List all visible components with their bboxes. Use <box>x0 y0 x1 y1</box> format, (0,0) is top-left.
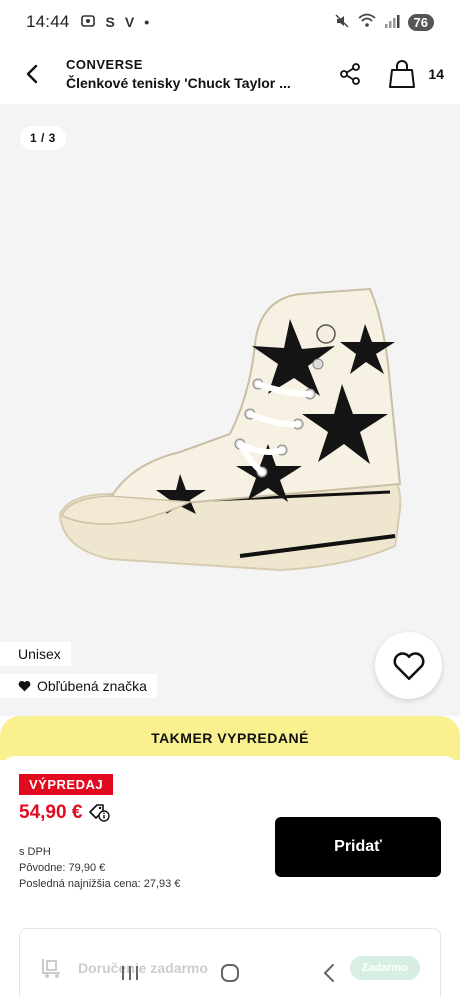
unisex-label: Unisex <box>18 646 61 662</box>
screen-capture-icon <box>80 13 96 32</box>
price-info-tag-icon[interactable] <box>88 803 111 823</box>
gallery-pager: 1 / 3 <box>20 126 66 150</box>
product-gallery[interactable]: 1 / 3 <box>0 104 460 716</box>
bag-count: 14 <box>428 66 444 82</box>
share-button[interactable] <box>328 52 372 96</box>
lowest-price: Posledná najnižšia cena: 27,93 € <box>19 878 181 890</box>
share-icon <box>340 63 361 85</box>
battery-indicator: 76 <box>407 13 434 31</box>
status-time: 14:44 <box>26 12 70 31</box>
price-row: 54,90 € <box>19 802 111 824</box>
product-header: CONVERSE Členkové tenisky 'Chuck Taylor … <box>0 44 460 104</box>
purchase-card: VÝPREDAJ 54,90 € s DPH Pôvodne: 79,90 € … <box>0 756 460 896</box>
notification-dot-icon: • <box>144 14 150 30</box>
favorite-brand-tag: Obľúbená značka <box>0 674 157 698</box>
title-block: CONVERSE Členkové tenisky 'Chuck Taylor … <box>66 57 328 91</box>
system-navigation-bar <box>0 949 460 997</box>
heart-filled-icon <box>18 680 31 692</box>
home-button[interactable] <box>210 953 250 993</box>
wishlist-button[interactable] <box>375 632 442 699</box>
original-price: Pôvodne: 79,90 € <box>19 862 106 874</box>
vat-note: s DPH <box>19 846 51 858</box>
home-icon <box>221 964 239 982</box>
system-back-button[interactable] <box>310 953 350 993</box>
back-button[interactable] <box>0 44 66 104</box>
recent-apps-icon <box>122 966 138 980</box>
status-right: 76 <box>334 13 434 32</box>
recent-apps-button[interactable] <box>110 953 150 993</box>
scarcity-banner: TAKMER VYPREDANÉ <box>0 716 460 760</box>
wifi-icon <box>357 13 376 32</box>
brand-name[interactable]: CONVERSE <box>66 57 328 72</box>
add-to-cart-button[interactable]: Pridať <box>275 817 441 877</box>
heart-outline-icon <box>393 651 424 680</box>
favorite-brand-label: Obľúbená značka <box>37 678 147 694</box>
unisex-tag: Unisex <box>0 642 71 666</box>
chevron-left-icon <box>26 64 38 84</box>
sale-badge: VÝPREDAJ <box>19 774 114 795</box>
mute-icon <box>334 13 350 32</box>
samsung-icon: S <box>105 14 115 30</box>
shopping-bag-button[interactable] <box>380 52 424 96</box>
product-title: Členkové tenisky 'Chuck Taylor ... <box>66 75 291 91</box>
product-image[interactable] <box>50 284 410 584</box>
sale-price: 54,90 € <box>19 802 83 823</box>
shopping-bag-icon <box>389 60 416 88</box>
status-bar: 14:44 S V • 76 <box>0 0 460 44</box>
signal-icon <box>384 13 400 32</box>
v-app-icon: V <box>124 14 135 30</box>
system-back-icon <box>323 964 334 982</box>
status-left: 14:44 S V • <box>26 12 149 32</box>
